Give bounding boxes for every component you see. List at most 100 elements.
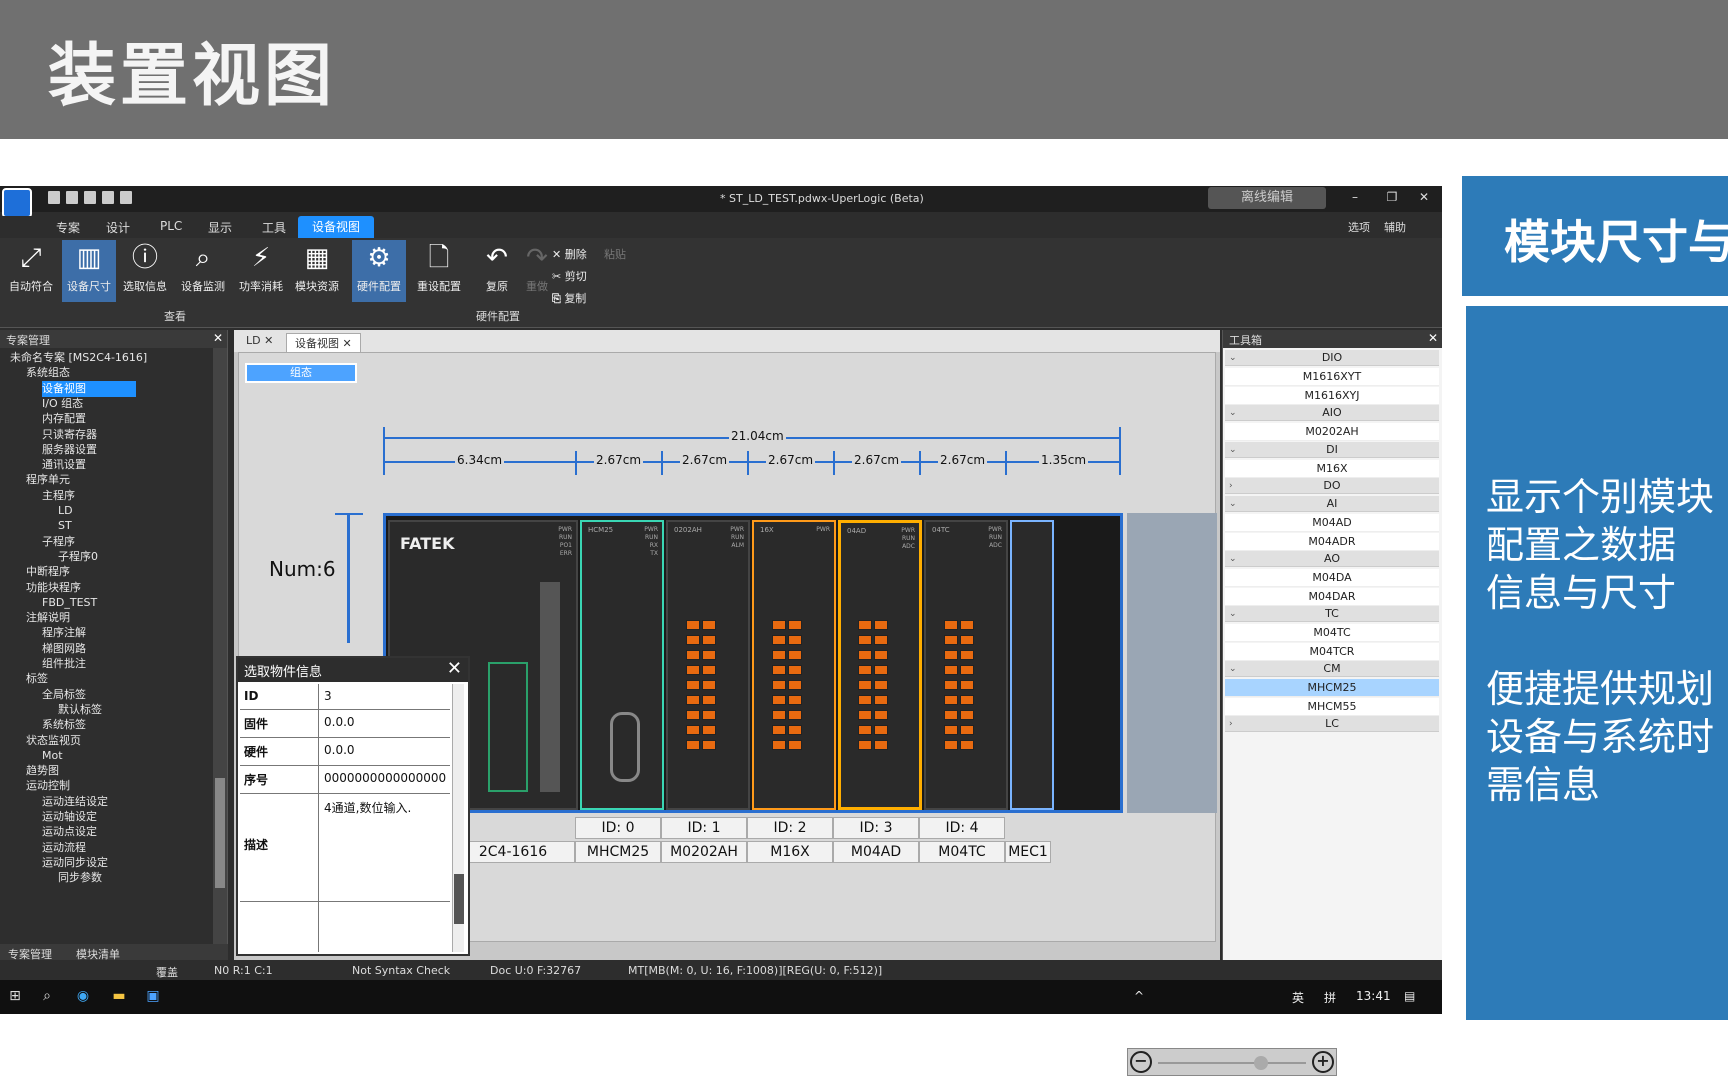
scroll-thumb[interactable] (215, 778, 225, 888)
chevron-down-icon[interactable]: ⌄ (1229, 606, 1237, 622)
zoom-in-icon[interactable]: + (1312, 1051, 1334, 1073)
tree-item[interactable]: 中断程序 (26, 564, 70, 580)
toolbox-group-lc[interactable]: › LC (1225, 716, 1439, 732)
tree-item[interactable]: 服务器设置 (42, 442, 97, 458)
tree-item[interactable]: 标签 (26, 671, 48, 687)
select-info-button[interactable]: ⓘ 选取信息 (118, 240, 172, 302)
toolbox-item[interactable]: M04ADR (1225, 532, 1439, 551)
power-consumption-button[interactable]: ⚡ 功率消耗 (234, 240, 288, 302)
device-monitor-button[interactable]: ⌕ 设备监测 (176, 240, 230, 302)
menu-plc[interactable]: PLC (160, 219, 182, 233)
chevron-down-icon[interactable]: ⌄ (1229, 442, 1237, 458)
reset-config-button[interactable]: 🗋 重设配置 (412, 240, 466, 302)
module-mec1[interactable] (1010, 520, 1054, 810)
tab-device-view[interactable]: 设备视图 ✕ (286, 333, 361, 352)
tree-item[interactable]: Mot (42, 748, 63, 764)
toolbox-group-di[interactable]: ⌄ DI (1225, 441, 1439, 458)
notification-icon[interactable]: ▤ (1404, 989, 1415, 1003)
device-size-button[interactable]: ▥ 设备尺寸 (62, 240, 116, 302)
tree-item[interactable]: 未命名专案 [MS2C4-1616] (10, 350, 147, 366)
chevron-right-icon[interactable]: › (1229, 716, 1233, 732)
tree-item[interactable]: 系统组态 (26, 365, 70, 381)
toolbox-group-aio[interactable]: ⌄ AIO (1225, 405, 1439, 421)
open-folder-icon[interactable] (66, 191, 78, 204)
tree-item[interactable]: 通讯设置 (42, 457, 86, 473)
toolbox-group-tc[interactable]: ⌄ TC (1225, 606, 1439, 622)
close-icon[interactable]: ✕ (447, 658, 462, 679)
toolbox-item[interactable]: M04DAR (1225, 587, 1439, 606)
tree-item[interactable]: 组件批注 (42, 656, 86, 672)
new-file-icon[interactable] (48, 191, 60, 204)
toolbox-item[interactable]: M04TC (1225, 624, 1439, 642)
tree-item[interactable]: LD (58, 503, 73, 519)
toolbox-item[interactable]: MHCM25 (1225, 679, 1439, 697)
uperlogic-app-icon[interactable]: ▣ (144, 988, 162, 1006)
close-button[interactable]: ✕ (1414, 190, 1434, 204)
menu-design[interactable]: 设计 (106, 219, 130, 236)
tree-item[interactable]: 梯图网路 (42, 641, 86, 657)
tree-item[interactable]: 状态监视页 (26, 733, 81, 749)
chevron-down-icon[interactable]: ⌄ (1229, 551, 1237, 567)
tree-item[interactable]: 系统标签 (42, 717, 86, 733)
app-logo-icon[interactable] (2, 188, 32, 218)
toolbox-item[interactable]: M16X (1225, 459, 1439, 478)
close-icon[interactable]: ✕ (213, 331, 223, 345)
copy-button[interactable]: ⎘ 复制 (552, 290, 586, 306)
paste-button[interactable]: 粘贴 (604, 246, 626, 262)
browser-icon[interactable]: ◉ (74, 988, 92, 1006)
tree-item[interactable]: 运动连结设定 (42, 794, 108, 810)
folder-icon[interactable]: ▬ (110, 988, 128, 1006)
tree-item[interactable]: 设备视图 (42, 380, 136, 397)
chevron-down-icon[interactable]: ⌄ (1229, 661, 1237, 677)
tree-item[interactable]: 子程序0 (58, 549, 98, 565)
close-icon[interactable]: ✕ (1428, 331, 1438, 345)
zoom-slider-knob[interactable] (1254, 1056, 1268, 1070)
zoom-slider[interactable] (1158, 1062, 1306, 1064)
toolbox-group-dio[interactable]: ⌄ DIO (1225, 350, 1439, 366)
tree-item[interactable]: 子程序 (42, 534, 75, 550)
tray-ime[interactable]: 拼 (1324, 989, 1336, 1006)
menu-options[interactable]: 选项 (1348, 219, 1370, 235)
cut-button[interactable]: ✂ 剪切 (552, 268, 587, 284)
scroll-thumb[interactable] (454, 874, 464, 924)
toolbox-item[interactable]: M1616XYJ (1225, 386, 1439, 405)
tree-item[interactable]: 趋势图 (26, 763, 59, 779)
tree-item[interactable]: 程序注解 (42, 625, 86, 641)
tray-chevron-icon[interactable]: ^ (1134, 989, 1144, 1003)
minimize-button[interactable]: – (1345, 190, 1365, 204)
tree-item[interactable]: 程序单元 (26, 472, 70, 488)
menu-project[interactable]: 专案 (56, 219, 80, 236)
tree-item[interactable]: 只读寄存器 (42, 427, 97, 443)
tree-item[interactable]: 运动同步设定 (42, 855, 108, 871)
chevron-right-icon[interactable]: › (1229, 478, 1233, 494)
tree-item[interactable]: 运动流程 (42, 840, 86, 856)
toolbox-item[interactable]: M04TCR (1225, 642, 1439, 661)
tree-item[interactable]: 运动控制 (26, 778, 70, 794)
tab-ld[interactable]: LD ✕ (238, 333, 281, 348)
toolbox-item[interactable]: M04DA (1225, 569, 1439, 587)
windows-start-icon[interactable]: ⊞ (6, 988, 24, 1006)
toolbox-group-do[interactable]: › DO (1225, 478, 1439, 494)
dialog-scrollbar[interactable] (452, 684, 464, 952)
auto-fit-button[interactable]: ⤢ 自动符合 (4, 240, 58, 302)
menu-tools[interactable]: 工具 (262, 219, 286, 236)
module-mhcm25[interactable]: HCM25 PWR RUN RX TX (580, 520, 664, 810)
menu-display[interactable]: 显示 (208, 219, 232, 236)
toolbox-group-cm[interactable]: ⌄ CM (1225, 661, 1439, 677)
config-button[interactable]: 组态 (245, 363, 357, 383)
tree-item[interactable]: FBD_TEST (42, 595, 97, 611)
tree-item[interactable]: 注解说明 (26, 610, 70, 626)
tray-clock[interactable]: 13:41 (1356, 989, 1391, 1003)
toolbox-group-ai[interactable]: ⌄ AI (1225, 496, 1439, 512)
chevron-down-icon[interactable]: ⌄ (1229, 405, 1237, 421)
toolbox-item[interactable]: M1616XYT (1225, 368, 1439, 386)
maximize-button[interactable]: ❐ (1382, 190, 1402, 204)
zoom-out-icon[interactable]: − (1130, 1051, 1152, 1073)
toolbox-item[interactable]: MHCM55 (1225, 697, 1439, 716)
menu-device-view[interactable]: 设备视图 (298, 216, 375, 238)
chevron-down-icon[interactable]: ⌄ (1229, 496, 1237, 512)
toolbox-item[interactable]: M04AD (1225, 514, 1439, 532)
tree-item[interactable]: 主程序 (42, 488, 75, 504)
tree-item[interactable]: 同步参数 (58, 870, 102, 886)
tree-item[interactable]: 默认标签 (58, 702, 102, 718)
